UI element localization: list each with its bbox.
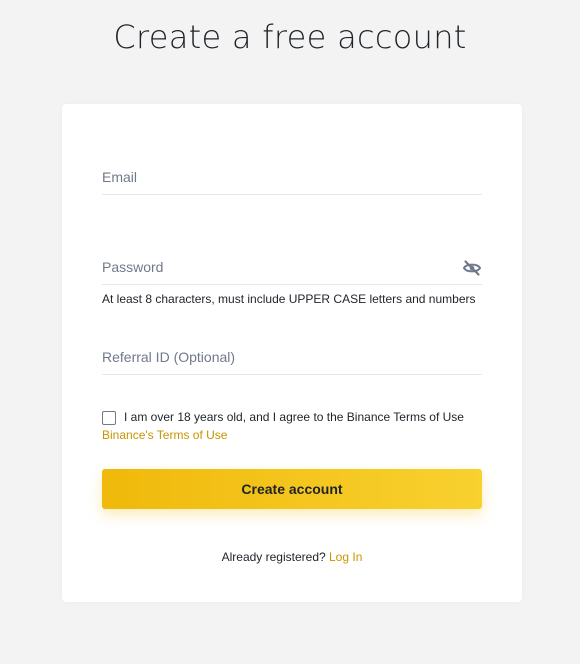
signup-card: At least 8 characters, must include UPPE…: [62, 104, 522, 602]
email-field-wrapper: [102, 162, 482, 195]
email-input[interactable]: [102, 162, 442, 192]
create-account-button[interactable]: Create account: [102, 469, 482, 509]
login-prompt-row: Already registered? Log In: [62, 550, 522, 564]
terms-of-use-link[interactable]: Binance's Terms of Use: [102, 428, 227, 442]
password-field-wrapper: [102, 252, 482, 285]
referral-field-wrapper: [102, 342, 482, 375]
already-registered-text: Already registered?: [221, 550, 329, 564]
terms-label: I am over 18 years old, and I agree to t…: [124, 410, 464, 424]
login-link[interactable]: Log In: [329, 550, 362, 564]
page-title: Create a free account: [113, 18, 467, 56]
password-input[interactable]: [102, 252, 442, 282]
password-hint: At least 8 characters, must include UPPE…: [102, 292, 476, 306]
terms-checkbox[interactable]: [102, 411, 116, 425]
referral-id-input[interactable]: [102, 342, 442, 372]
eye-slash-icon-graphic: [462, 260, 482, 276]
eye-slash-icon[interactable]: [462, 258, 482, 278]
